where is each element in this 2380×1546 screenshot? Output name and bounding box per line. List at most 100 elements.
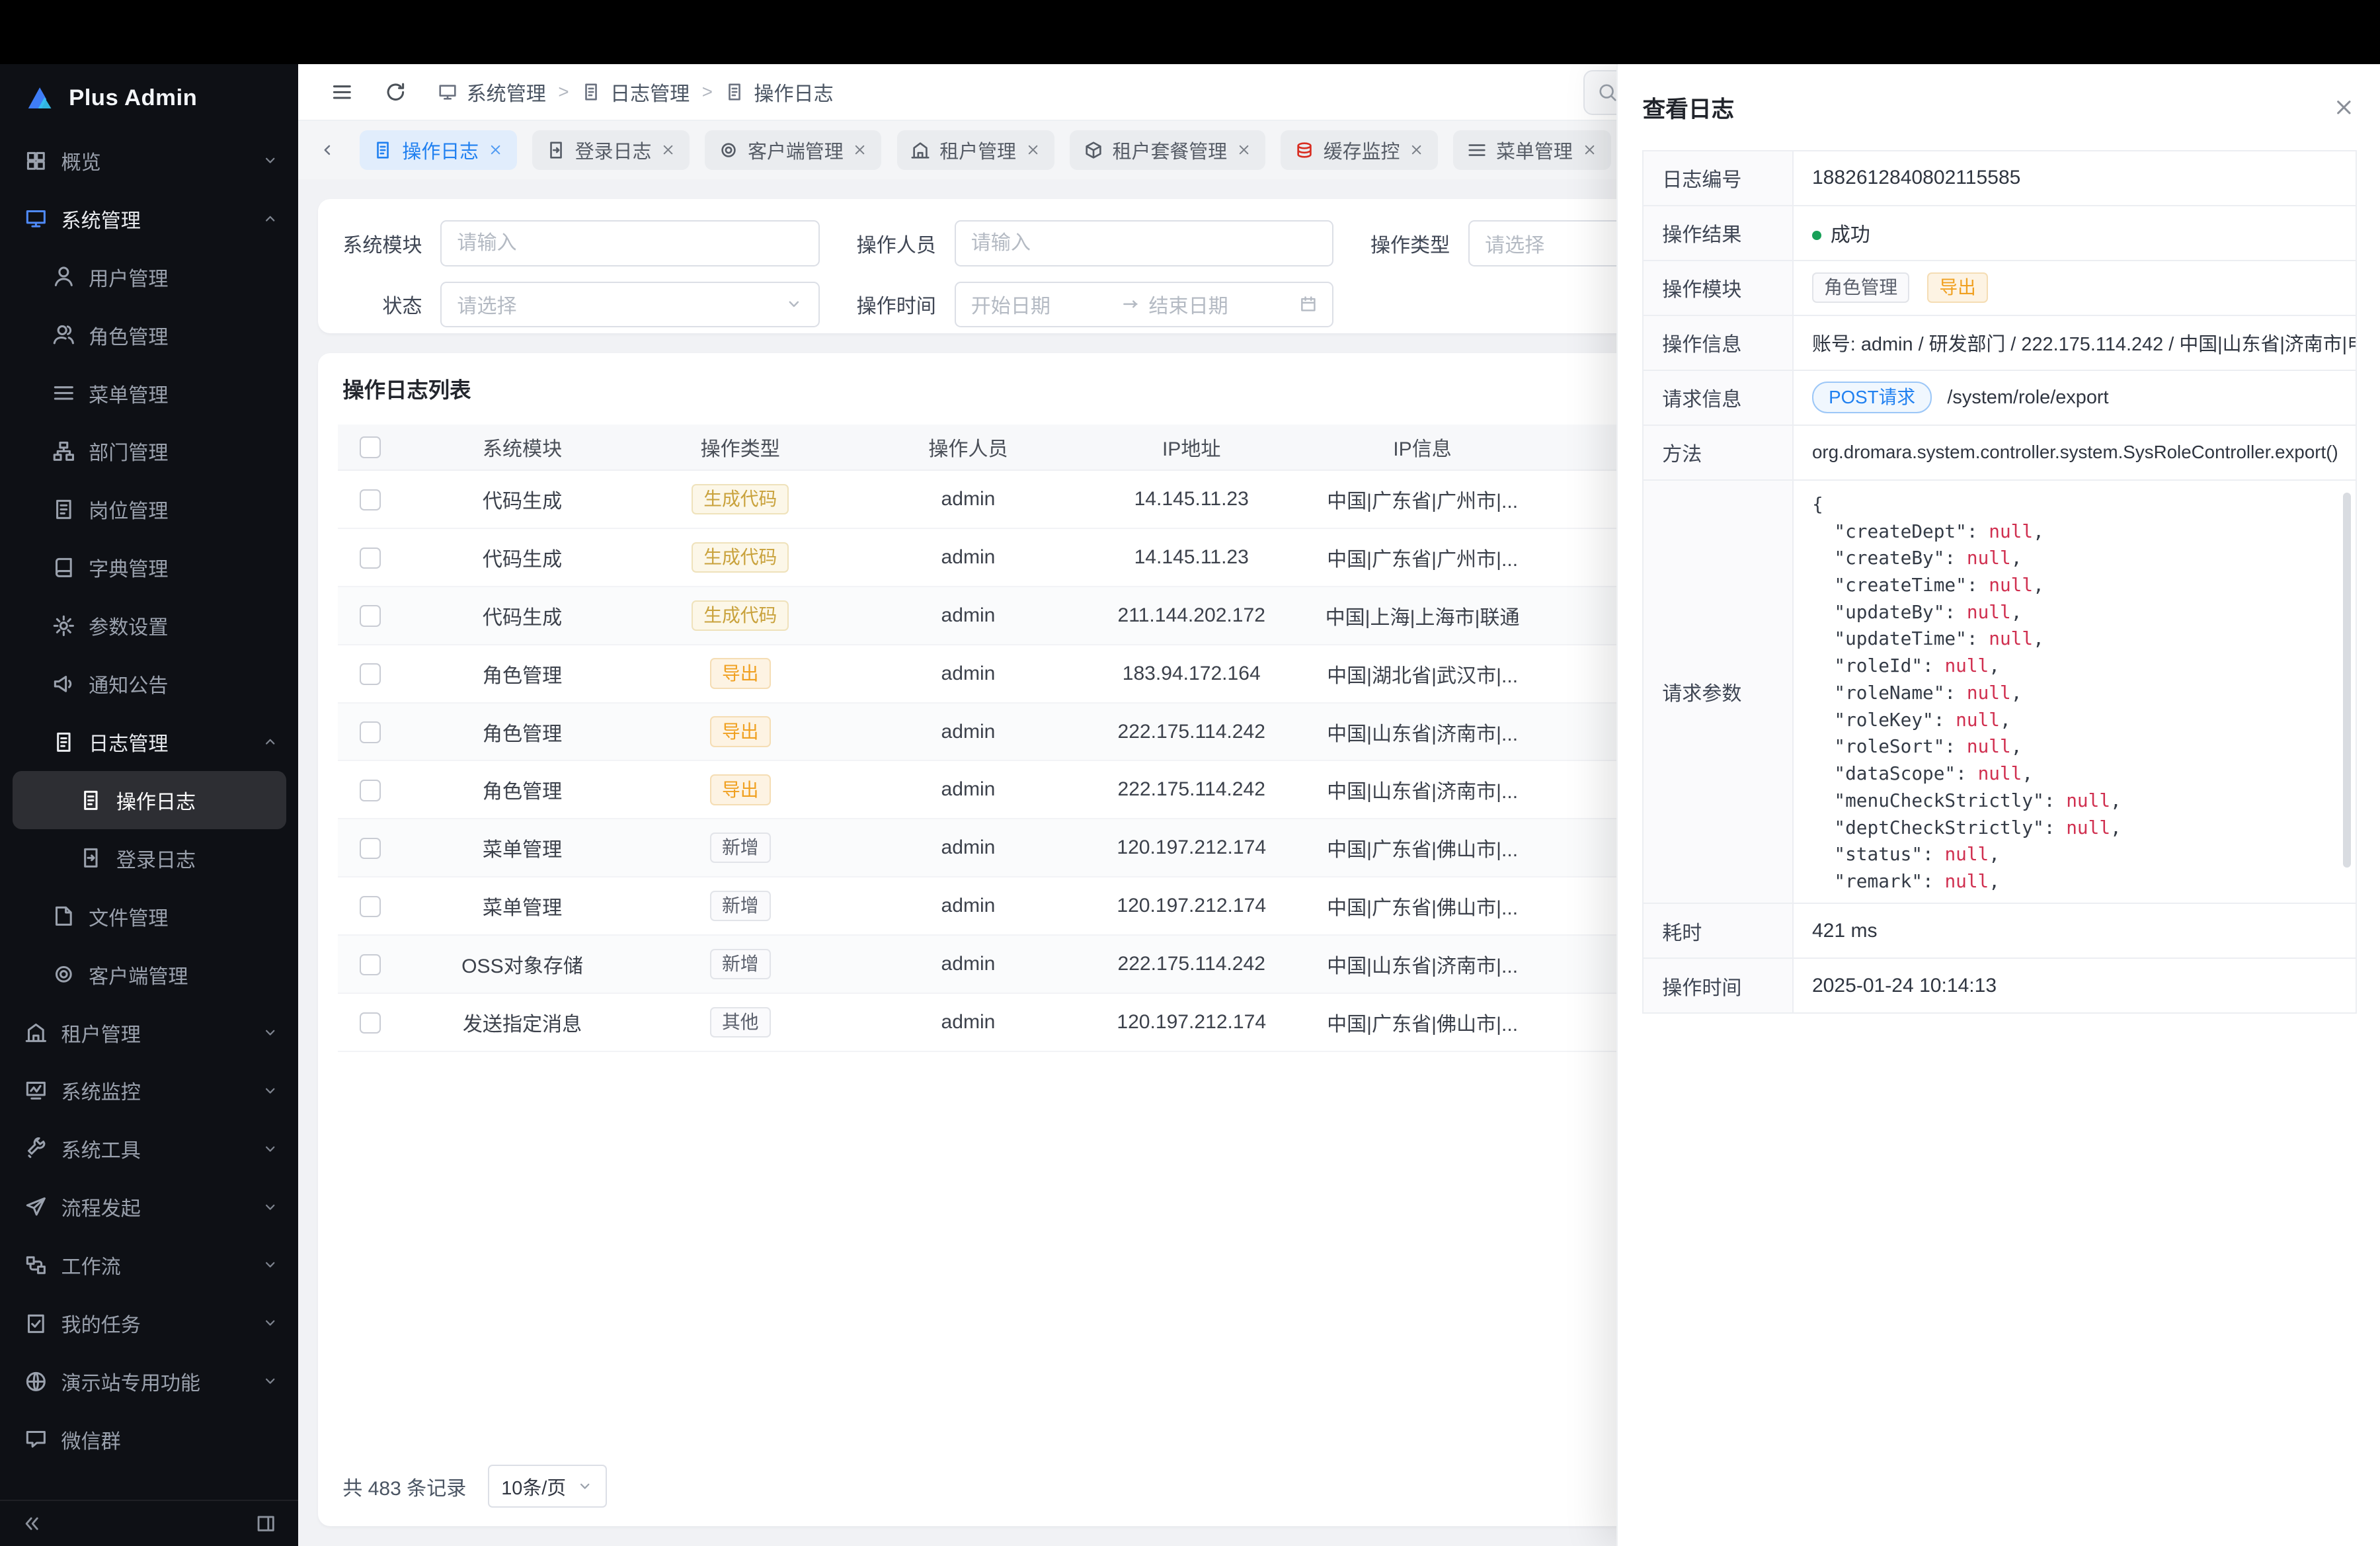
close-icon[interactable] xyxy=(1025,142,1041,157)
column-header[interactable]: IP信息 xyxy=(1285,425,1560,470)
cell-ip-info: 中国|山东省|济南市|... xyxy=(1285,703,1560,761)
client-icon xyxy=(719,140,738,160)
param-icon xyxy=(52,614,75,637)
column-header[interactable]: 操作人员 xyxy=(838,425,1098,470)
breadcrumb-item[interactable]: 日志管理 xyxy=(581,77,690,106)
file-icon xyxy=(52,905,75,928)
workflow-icon xyxy=(24,1254,48,1277)
tab-package[interactable]: 租户套餐管理 xyxy=(1070,130,1265,170)
tab-menu[interactable]: 菜单管理 xyxy=(1453,130,1610,170)
total-records: 共 483 条记录 xyxy=(342,1472,466,1501)
sidebar-item-menu[interactable]: 菜单管理 xyxy=(0,364,298,423)
system-icon xyxy=(438,82,457,102)
cell-type: 新增 xyxy=(643,819,838,877)
sidebar-item-loginlog[interactable]: 登录日志 xyxy=(0,829,298,887)
sidebar-item-overview[interactable]: 概览 xyxy=(0,132,298,190)
sidebar-item-demo[interactable]: 演示站专用功能 xyxy=(0,1352,298,1410)
sidebar-item-dict[interactable]: 字典管理 xyxy=(0,538,298,596)
breadcrumb-item[interactable]: 系统管理 xyxy=(438,77,546,106)
sidebar-item-flow[interactable]: 流程发起 xyxy=(0,1178,298,1236)
page-size-select[interactable]: 10条/页 xyxy=(488,1465,607,1508)
column-header[interactable]: 系统模块 xyxy=(402,425,642,470)
row-checkbox[interactable] xyxy=(360,663,381,684)
filter-input-1[interactable] xyxy=(955,220,1334,266)
row-checkbox[interactable] xyxy=(360,780,381,801)
select-all-checkbox[interactable] xyxy=(360,436,381,458)
tab-oplog[interactable]: 操作日志 xyxy=(360,130,517,170)
filter-daterange[interactable]: 开始日期结束日期 xyxy=(955,282,1334,327)
close-icon[interactable] xyxy=(2332,96,2356,119)
tasks-icon xyxy=(24,1312,48,1335)
cell-ip-info: 中国|山东省|济南市|... xyxy=(1285,760,1560,819)
refresh-icon[interactable] xyxy=(384,81,407,104)
cell-type: 导出 xyxy=(643,703,838,761)
sidebar-item-role[interactable]: 角色管理 xyxy=(0,306,298,364)
column-header[interactable]: IP地址 xyxy=(1098,425,1285,470)
row-checkbox[interactable] xyxy=(360,489,381,510)
loginlog-icon xyxy=(79,846,102,870)
row-checkbox[interactable] xyxy=(360,954,381,975)
sidebar-item-param[interactable]: 参数设置 xyxy=(0,596,298,655)
sidebar-item-notice[interactable]: 通知公告 xyxy=(0,655,298,713)
sidebar-item-file[interactable]: 文件管理 xyxy=(0,887,298,946)
sidebar-item-label: 部门管理 xyxy=(89,436,168,466)
close-icon[interactable] xyxy=(660,142,676,157)
filter-input-0[interactable] xyxy=(440,220,820,266)
detail-label: 请求参数 xyxy=(1643,480,1793,904)
sidebar-item-system[interactable]: 系统管理 xyxy=(0,190,298,248)
sidebar-item-workflow[interactable]: 工作流 xyxy=(0,1236,298,1294)
sidebar-item-dept[interactable]: 部门管理 xyxy=(0,422,298,480)
post-request-tag: POST请求 xyxy=(1812,382,1932,414)
sidebar-item-tenant[interactable]: 租户管理 xyxy=(0,1004,298,1062)
code-scrollbar[interactable] xyxy=(2343,493,2351,868)
cell-module: 代码生成 xyxy=(402,528,642,587)
collapse-sidebar-icon[interactable] xyxy=(21,1513,42,1534)
sidebar-item-post[interactable]: 岗位管理 xyxy=(0,480,298,538)
operation-type-badge: 导出 xyxy=(710,658,771,688)
sidebar-item-monitor[interactable]: 系统监控 xyxy=(0,1061,298,1119)
breadcrumb-separator: > xyxy=(558,81,569,102)
sidebar-item-client[interactable]: 客户端管理 xyxy=(0,946,298,1004)
close-icon[interactable] xyxy=(488,142,503,157)
result-value: 成功 xyxy=(1793,206,2356,261)
app-logo[interactable]: Plus Admin xyxy=(0,64,298,132)
dock-layout-icon[interactable] xyxy=(255,1513,276,1534)
tab-client[interactable]: 客户端管理 xyxy=(705,130,881,170)
sidebar-item-label: 角色管理 xyxy=(89,321,168,350)
close-icon[interactable] xyxy=(1409,142,1424,157)
oplog-icon xyxy=(725,82,744,102)
log-detail-table: 日志编号 1882612840802115585 操作结果 成功 操作模块 角色… xyxy=(1642,150,2356,1014)
sidebar-item-label: 操作日志 xyxy=(116,786,196,815)
tab-tenant[interactable]: 租户管理 xyxy=(897,130,1054,170)
detail-label: 操作模块 xyxy=(1643,261,1793,315)
tab-loginlog[interactable]: 登录日志 xyxy=(532,130,690,170)
row-checkbox[interactable] xyxy=(360,896,381,917)
sidebar-item-tools[interactable]: 系统工具 xyxy=(0,1119,298,1178)
filter-select-3[interactable]: 请选择 xyxy=(440,282,820,327)
chevron-down-icon xyxy=(262,1256,278,1273)
row-checkbox[interactable] xyxy=(360,838,381,859)
row-checkbox[interactable] xyxy=(360,605,381,626)
sidebar-item-log[interactable]: 日志管理 xyxy=(0,713,298,771)
close-icon[interactable] xyxy=(1236,142,1251,157)
row-checkbox[interactable] xyxy=(360,548,381,569)
request-info-value: POST请求/system/role/export xyxy=(1793,370,2356,425)
sidebar-item-user[interactable]: 用户管理 xyxy=(0,248,298,306)
row-checkbox[interactable] xyxy=(360,721,381,743)
close-icon[interactable] xyxy=(1582,142,1597,157)
row-checkbox[interactable] xyxy=(360,1012,381,1034)
close-icon[interactable] xyxy=(852,142,867,157)
breadcrumb-item[interactable]: 操作日志 xyxy=(725,77,833,106)
sidebar-item-oplog[interactable]: 操作日志 xyxy=(13,771,286,829)
tab-redis[interactable]: 缓存监控 xyxy=(1281,130,1438,170)
tabs-scroll-left-button[interactable] xyxy=(311,133,344,167)
hamburger-icon[interactable] xyxy=(331,81,354,104)
method-value: org.dromara.system.controller.system.Sys… xyxy=(1793,425,2356,480)
cell-operator: admin xyxy=(838,470,1098,528)
sidebar-item-tasks[interactable]: 我的任务 xyxy=(0,1294,298,1352)
tools-icon xyxy=(24,1137,48,1160)
filter-label: 操作人员 xyxy=(857,229,955,258)
chevron-down-icon xyxy=(262,1082,278,1099)
column-header[interactable]: 操作类型 xyxy=(643,425,838,470)
sidebar-item-wechat[interactable]: 微信群 xyxy=(0,1410,298,1469)
